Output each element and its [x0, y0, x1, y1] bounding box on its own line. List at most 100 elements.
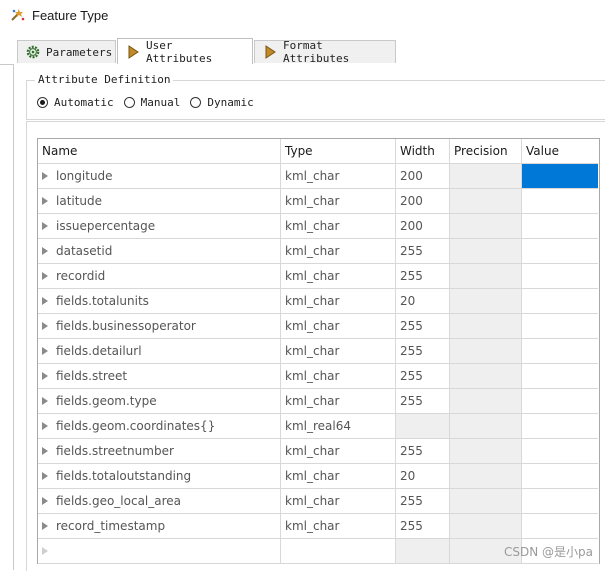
cell-value[interactable]: [522, 189, 598, 214]
radio-indicator[interactable]: [37, 97, 48, 108]
cell-width[interactable]: 255: [396, 489, 450, 514]
expand-arrow-icon[interactable]: [42, 246, 48, 255]
expand-arrow-icon[interactable]: [42, 371, 48, 380]
cell-value[interactable]: [522, 264, 598, 289]
table-row[interactable]: fields.geom.coordinates{} kml_real64: [38, 414, 599, 439]
cell-type[interactable]: kml_char: [281, 364, 396, 389]
cell-type[interactable]: kml_char: [281, 464, 396, 489]
cell-value[interactable]: [522, 489, 598, 514]
table-row[interactable]: issuepercentage kml_char 200: [38, 214, 599, 239]
cell-type[interactable]: kml_char: [281, 489, 396, 514]
cell-name[interactable]: fields.geom.type: [38, 389, 281, 414]
cell-type[interactable]: kml_char: [281, 339, 396, 364]
cell-width[interactable]: 255: [396, 364, 450, 389]
radio-indicator[interactable]: [123, 97, 135, 108]
expand-arrow-icon[interactable]: [42, 346, 48, 355]
table-row[interactable]: fields.streetnumber kml_char 255: [38, 439, 599, 464]
cell-width[interactable]: 200: [396, 189, 450, 214]
expand-arrow-icon[interactable]: [42, 546, 48, 555]
expand-arrow-icon[interactable]: [42, 321, 48, 330]
column-header-name[interactable]: Name: [38, 139, 281, 164]
cell-name[interactable]: datasetid: [38, 239, 281, 264]
cell-type[interactable]: kml_char: [281, 239, 396, 264]
cell-name[interactable]: record_timestamp: [38, 514, 281, 539]
tab-parameters[interactable]: Parameters: [17, 40, 116, 63]
cell-width[interactable]: 255: [396, 389, 450, 414]
cell-width[interactable]: 255: [396, 314, 450, 339]
cell-name[interactable]: fields.totalunits: [38, 289, 281, 314]
table-row[interactable]: fields.businessoperator kml_char 255: [38, 314, 599, 339]
cell-value[interactable]: [522, 164, 598, 189]
cell-width[interactable]: 200: [396, 214, 450, 239]
expand-arrow-icon[interactable]: [42, 471, 48, 480]
cell-value[interactable]: [522, 364, 598, 389]
table-row[interactable]: datasetid kml_char 255: [38, 239, 599, 264]
cell-name[interactable]: fields.street: [38, 364, 281, 389]
cell-width[interactable]: 255: [396, 439, 450, 464]
table-row[interactable]: fields.detailurl kml_char 255: [38, 339, 599, 364]
expand-arrow-icon[interactable]: [42, 171, 48, 180]
table-row[interactable]: latitude kml_char 200: [38, 189, 599, 214]
table-row[interactable]: record_timestamp kml_char 255: [38, 514, 599, 539]
cell-type[interactable]: kml_char: [281, 214, 396, 239]
radio-automatic[interactable]: Automatic: [37, 96, 114, 109]
cell-type[interactable]: kml_char: [281, 514, 396, 539]
cell-name[interactable]: longitude: [38, 164, 281, 189]
cell-name[interactable]: fields.detailurl: [38, 339, 281, 364]
column-header-precision[interactable]: Precision: [450, 139, 522, 164]
expand-arrow-icon[interactable]: [42, 271, 48, 280]
cell-value[interactable]: [522, 214, 598, 239]
table-row[interactable]: recordid kml_char 255: [38, 264, 599, 289]
radio-dynamic[interactable]: Dynamic: [190, 96, 254, 109]
expand-arrow-icon[interactable]: [42, 446, 48, 455]
expand-arrow-icon[interactable]: [42, 521, 48, 530]
column-header-width[interactable]: Width: [396, 139, 450, 164]
cell-name[interactable]: fields.geom.coordinates{}: [38, 414, 281, 439]
cell-value[interactable]: [522, 414, 598, 439]
cell-width[interactable]: 200: [396, 164, 450, 189]
cell-name[interactable]: issuepercentage: [38, 214, 281, 239]
cell-width[interactable]: 20: [396, 289, 450, 314]
expand-arrow-icon[interactable]: [42, 421, 48, 430]
expand-arrow-icon[interactable]: [42, 296, 48, 305]
cell-type[interactable]: kml_real64: [281, 414, 396, 439]
cell-name[interactable]: fields.totaloutstanding: [38, 464, 281, 489]
expand-arrow-icon[interactable]: [42, 396, 48, 405]
cell-value[interactable]: [522, 314, 598, 339]
tab-user-attributes[interactable]: User Attributes: [117, 38, 253, 65]
table-row[interactable]: fields.geom.type kml_char 255: [38, 389, 599, 414]
cell-type[interactable]: kml_char: [281, 164, 396, 189]
cell-width[interactable]: 255: [396, 264, 450, 289]
cell-type[interactable]: kml_char: [281, 189, 396, 214]
cell-value[interactable]: [522, 514, 598, 539]
cell-value[interactable]: [522, 239, 598, 264]
cell-type[interactable]: kml_char: [281, 314, 396, 339]
cell-name[interactable]: fields.geo_local_area: [38, 489, 281, 514]
cell-value[interactable]: [522, 439, 598, 464]
cell-type[interactable]: kml_char: [281, 289, 396, 314]
expand-arrow-icon[interactable]: [42, 221, 48, 230]
cell-width[interactable]: 255: [396, 239, 450, 264]
cell-name[interactable]: fields.businessoperator: [38, 314, 281, 339]
cell-value[interactable]: [522, 464, 598, 489]
expand-arrow-icon[interactable]: [42, 496, 48, 505]
cell-value[interactable]: [522, 289, 598, 314]
cell-name[interactable]: fields.streetnumber: [38, 439, 281, 464]
cell-width[interactable]: 255: [396, 339, 450, 364]
column-header-type[interactable]: Type: [281, 139, 396, 164]
cell-type[interactable]: [281, 539, 396, 564]
cell-name[interactable]: latitude: [38, 189, 281, 214]
column-header-value[interactable]: Value: [522, 139, 598, 164]
cell-name[interactable]: [38, 539, 281, 564]
table-row[interactable]: longitude kml_char 200: [38, 164, 599, 189]
cell-width[interactable]: 20: [396, 464, 450, 489]
cell-type[interactable]: kml_char: [281, 439, 396, 464]
cell-value[interactable]: [522, 339, 598, 364]
expand-arrow-icon[interactable]: [42, 196, 48, 205]
cell-value[interactable]: [522, 389, 598, 414]
table-row[interactable]: fields.totalunits kml_char 20: [38, 289, 599, 314]
radio-indicator[interactable]: [190, 97, 202, 108]
cell-type[interactable]: kml_char: [281, 264, 396, 289]
table-row[interactable]: fields.street kml_char 255: [38, 364, 599, 389]
cell-name[interactable]: recordid: [38, 264, 281, 289]
